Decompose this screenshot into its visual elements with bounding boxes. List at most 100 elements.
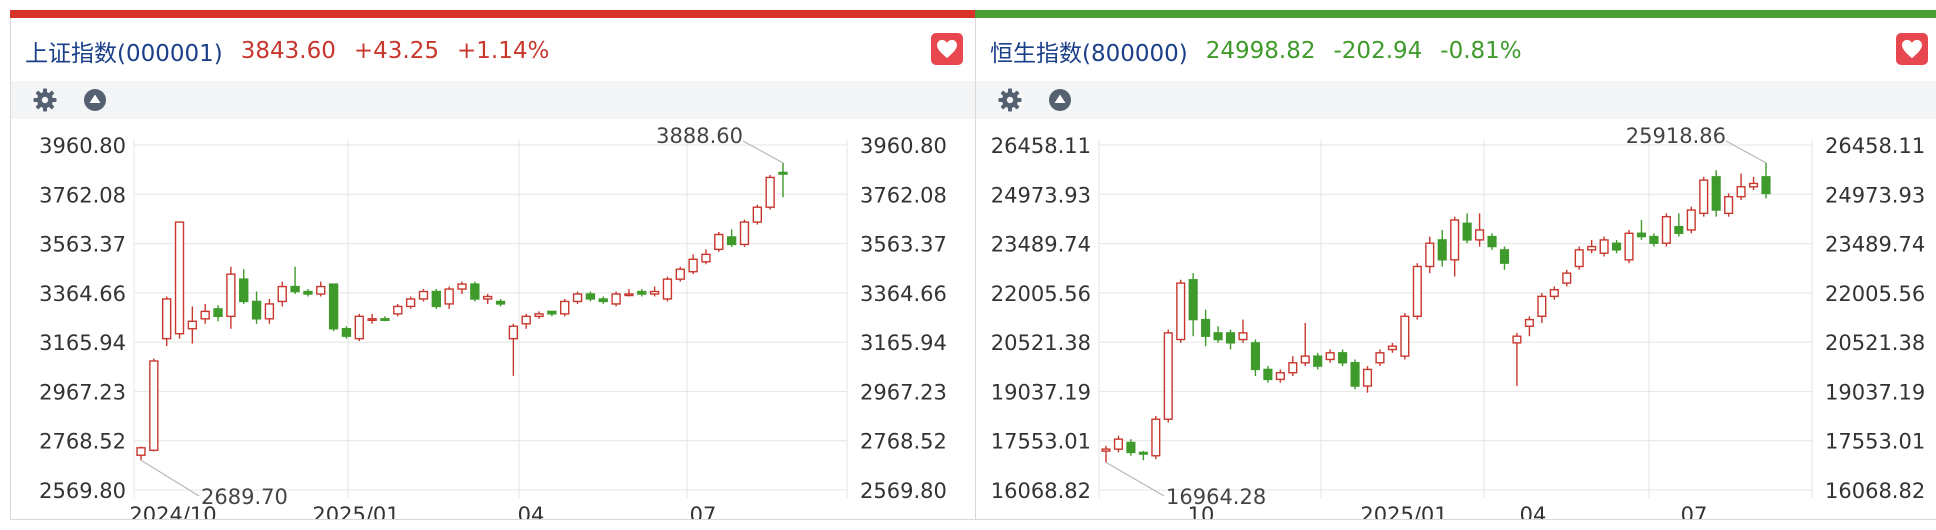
candle[interactable] [380,316,390,322]
candle[interactable] [136,446,146,461]
candle[interactable] [649,286,660,297]
favorite-button[interactable] [931,33,963,65]
candle[interactable] [675,266,685,282]
candle[interactable] [328,283,339,332]
candle[interactable] [1275,369,1285,383]
candle[interactable] [149,358,159,452]
candle[interactable] [1462,213,1472,244]
candle[interactable] [1599,236,1609,257]
candle[interactable] [1524,316,1534,337]
candle[interactable] [264,298,275,324]
candle[interactable] [1549,286,1559,300]
candle[interactable] [341,326,352,339]
candle[interactable] [239,269,249,304]
candle[interactable] [1387,342,1397,353]
candle[interactable] [1761,162,1771,199]
candle[interactable] [1176,279,1186,343]
candle[interactable] [765,174,775,210]
candle[interactable] [1624,229,1634,264]
candle[interactable] [560,298,570,317]
candle[interactable] [405,296,416,309]
candle[interactable] [1325,349,1335,363]
candle[interactable] [431,289,442,309]
candle[interactable] [534,311,544,319]
candle[interactable] [1674,213,1684,237]
collapse-button[interactable] [81,86,109,114]
candle[interactable] [662,276,673,302]
candle[interactable] [200,303,210,324]
candle[interactable] [1425,236,1435,274]
candle[interactable] [1649,233,1659,247]
candle[interactable] [1699,176,1709,217]
candle[interactable] [1686,206,1696,234]
candle[interactable] [418,289,429,302]
candle[interactable] [1163,329,1173,423]
candle[interactable] [367,313,377,324]
candle[interactable] [611,291,621,307]
candle[interactable] [1313,352,1323,370]
candle[interactable] [457,281,467,295]
candle[interactable] [1300,322,1310,367]
candle[interactable] [1263,366,1273,383]
settings-button[interactable] [31,86,59,114]
candle[interactable] [688,254,698,275]
candle[interactable] [637,289,647,297]
candle[interactable] [508,323,519,376]
candle[interactable] [701,249,711,265]
candle[interactable] [277,281,287,307]
candle[interactable] [714,232,724,252]
candlestick-chart[interactable]: 26458.11 26458.11 24973.93 24973.93 23489.74… [976,121,1936,519]
candle[interactable] [1537,293,1547,323]
candle[interactable] [752,204,763,225]
candle[interactable] [393,303,403,317]
candle[interactable] [470,281,480,302]
candle[interactable] [778,162,788,198]
favorite-button[interactable] [1896,33,1928,65]
candle[interactable] [1748,176,1759,191]
candle[interactable] [303,289,313,297]
candle[interactable] [1113,435,1124,453]
candle[interactable] [1238,319,1248,343]
index-name[interactable]: 上证指数(000001) [25,34,223,68]
candle[interactable] [1362,366,1373,393]
candle[interactable] [1412,263,1422,320]
candle[interactable] [1475,213,1485,247]
candle[interactable] [290,266,300,295]
candle[interactable] [226,266,236,329]
candle[interactable] [1188,273,1198,337]
candle[interactable] [1126,439,1136,456]
candle[interactable] [161,296,172,347]
candle[interactable] [1562,269,1572,287]
candle[interactable] [316,281,326,297]
candle[interactable] [1225,329,1236,350]
candle[interactable] [1250,339,1260,377]
candle[interactable] [1375,349,1385,367]
candle[interactable] [1574,246,1584,270]
candle[interactable] [598,296,608,304]
candle[interactable] [1587,239,1597,254]
candle[interactable] [251,291,262,324]
candle[interactable] [1350,359,1360,390]
candle[interactable] [482,294,493,304]
collapse-button[interactable] [1046,86,1074,114]
candle[interactable] [354,313,364,342]
candle[interactable] [739,219,750,247]
candle[interactable] [1487,233,1497,250]
candle[interactable] [1724,193,1734,217]
candle[interactable] [444,286,454,309]
candle[interactable] [1636,219,1647,240]
index-name[interactable]: 恒生指数(800000) [990,34,1188,68]
candle[interactable] [1437,229,1447,267]
candle[interactable] [174,221,185,339]
candle[interactable] [213,305,223,322]
candle[interactable] [1151,415,1161,460]
candle[interactable] [1138,450,1148,461]
candle[interactable] [1201,309,1211,347]
candle[interactable] [1288,356,1298,377]
candlestick-chart[interactable]: 3960.80 3960.80 3762.08 3762.08 3563.37 3563.… [11,121,975,519]
candle[interactable] [1711,170,1721,217]
candle[interactable] [1736,173,1746,201]
candle[interactable] [1400,312,1410,360]
candle[interactable] [521,313,531,329]
candle[interactable] [1101,445,1111,463]
